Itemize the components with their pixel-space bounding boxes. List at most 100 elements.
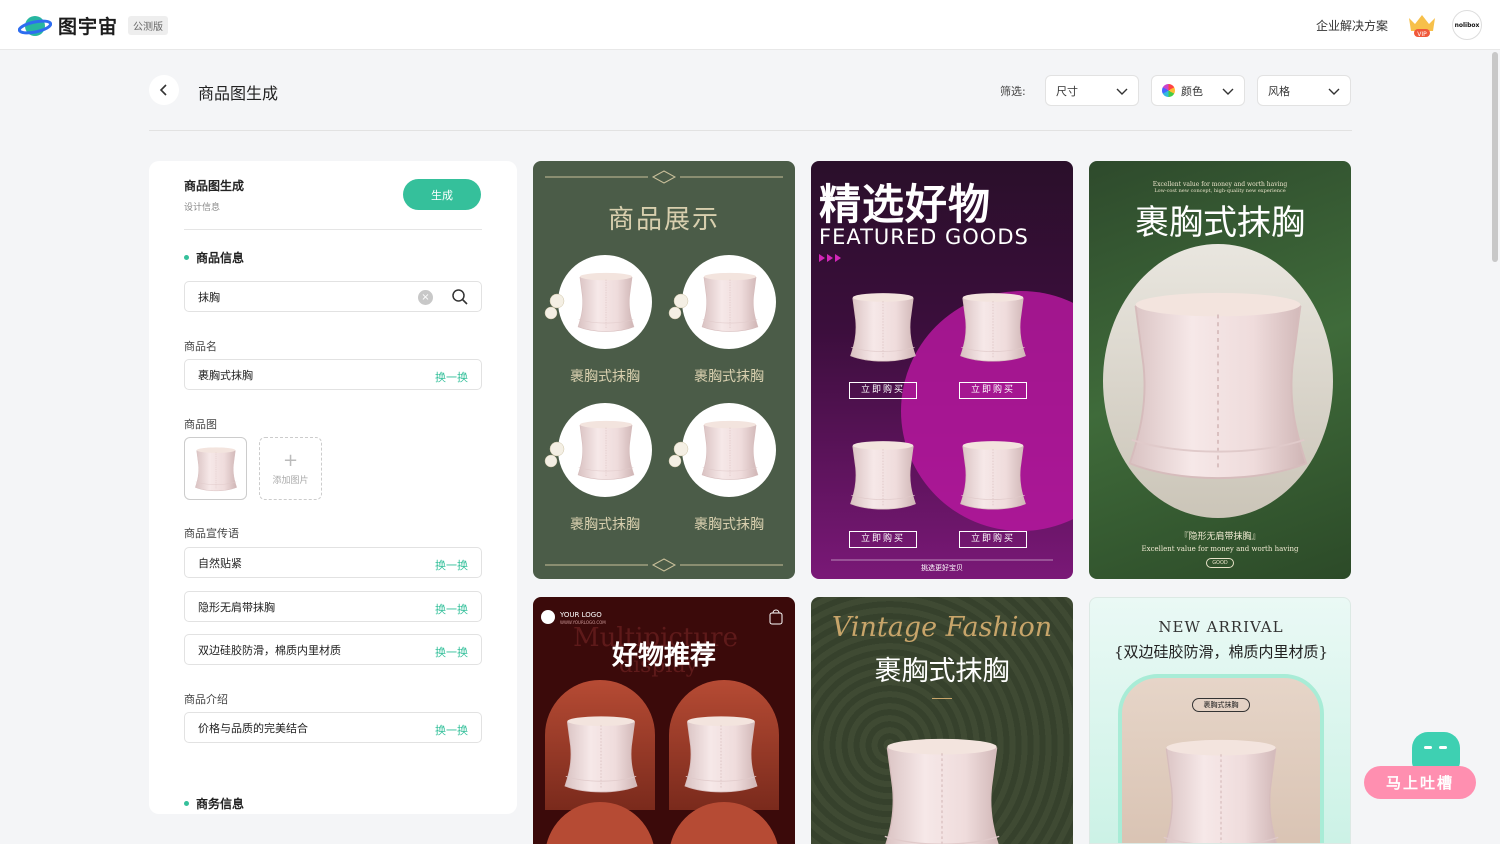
search-value: 抹胸 — [198, 290, 220, 304]
chevron-down-icon — [1328, 88, 1340, 95]
brand-name: 图宇宙 — [58, 16, 119, 38]
size-filter-dropdown[interactable]: 尺寸 — [1045, 75, 1139, 106]
slogan-label: 商品宣传语 — [184, 527, 239, 540]
chevron-down-icon — [1222, 88, 1234, 95]
product-caption: 裹胸式抹胸 — [694, 369, 764, 385]
card-caption: 『隐形无肩带抹胸』 — [1179, 532, 1261, 542]
buy-now-button[interactable]: 立即购买 — [959, 382, 1027, 399]
slogan-field-2[interactable]: 隐形无肩带抹胸 换一换 — [184, 591, 482, 622]
swap-button[interactable]: 换一换 — [435, 722, 468, 738]
product-caption: 裹胸式抹胸 — [570, 517, 640, 533]
swap-button[interactable]: 换一换 — [435, 369, 468, 385]
slogan-field-1[interactable]: 自然贴紧 换一换 — [184, 547, 482, 578]
card-tagline-2: Low-cost new concept, high-quality new e… — [1154, 188, 1286, 194]
product-info-section: 商品信息 — [184, 249, 244, 266]
template-card-featured-goods[interactable]: 精选好物 FEATURED GOODS 立即购买 立即购买 立即购买 立即购买 … — [811, 161, 1073, 579]
template-card-new-arrival[interactable]: NEW ARRIVAL {双边硅胶防滑，棉质内里材质} 裹胸式抹胸 — [1089, 597, 1351, 844]
add-image-label: 添加图片 — [272, 475, 309, 486]
template-card-product-display[interactable]: 商品展示 裹胸式抹胸 裹胸式抹胸 裹胸式抹胸 裹胸式抹胸 — [533, 161, 795, 579]
logo-text: YOUR LOGO — [560, 611, 602, 619]
brand-logo[interactable]: 图宇宙 公测版 — [18, 12, 169, 39]
corset-image — [684, 716, 758, 793]
color-filter-dropdown[interactable]: 颜色 — [1151, 75, 1245, 106]
logo-badge — [541, 610, 555, 624]
card-title: 裹胸式抹胸 — [1135, 203, 1305, 243]
slogan-value: 隐形无肩带抹胸 — [198, 600, 275, 614]
panel-divider — [184, 229, 482, 230]
generate-button[interactable]: 生成 — [403, 179, 481, 210]
card-subtitle: FEATURED GOODS — [819, 225, 1029, 249]
template-card-vintage[interactable]: Vintage Fashion 裹胸式抹胸 — [811, 597, 1073, 844]
vip-crown-icon[interactable]: VIP — [1406, 12, 1438, 38]
corset-image — [850, 440, 916, 510]
intro-label: 商品介绍 — [184, 693, 228, 706]
user-avatar[interactable]: nolibox — [1452, 10, 1482, 40]
card-title: {双边硅胶防滑，棉质内里材质} — [1113, 643, 1329, 661]
plus-icon: + — [282, 449, 299, 471]
planet-logo-icon — [18, 15, 52, 36]
slogan-field-3[interactable]: 双边硅胶防滑，棉质内里材质 换一换 — [184, 634, 482, 665]
intro-field[interactable]: 价格与品质的完美结合 换一换 — [184, 712, 482, 743]
beta-badge: 公测版 — [128, 16, 169, 35]
slogan-value: 双边硅胶防滑，棉质内里材质 — [198, 643, 341, 657]
page-scrollbar[interactable] — [1492, 52, 1498, 262]
card-caption-en: Excellent value for money and worth havi… — [1141, 545, 1299, 553]
section-dot — [184, 255, 189, 260]
chevron-left-icon — [159, 84, 167, 96]
section-dot — [184, 801, 189, 806]
color-filter-label: 颜色 — [1181, 84, 1203, 98]
style-filter-label: 风格 — [1268, 84, 1290, 98]
corset-image — [850, 292, 916, 362]
panel-subtitle: 设计信息 — [184, 203, 221, 213]
bag-icon — [769, 609, 783, 625]
product-name-value: 裹胸式抹胸 — [198, 368, 253, 382]
intro-value: 价格与品质的完美结合 — [198, 721, 308, 735]
swap-button[interactable]: 换一换 — [435, 644, 468, 660]
corset-image — [577, 272, 635, 332]
buy-now-button[interactable]: 立即购买 — [849, 531, 917, 548]
script-title: Vintage Fashion — [831, 612, 1053, 643]
corset-image — [194, 446, 237, 491]
product-caption: 裹胸式抹胸 — [570, 369, 640, 385]
product-oval — [1103, 244, 1333, 518]
style-filter-dropdown[interactable]: 风格 — [1257, 75, 1351, 106]
corset-image — [701, 420, 759, 480]
vip-text: VIP — [1417, 31, 1427, 38]
card-tagline: Excellent value for money and worth havi… — [1152, 181, 1288, 188]
feedback-widget[interactable]: 马上吐槽 — [1362, 732, 1477, 802]
feedback-button-label: 马上吐槽 — [1364, 766, 1476, 799]
card-title: 精选好物 — [819, 180, 992, 229]
business-info-heading: 商务信息 — [196, 797, 245, 811]
top-navbar: 图宇宙 公测版 企业解决方案 VIP nolibox — [0, 0, 1500, 50]
business-info-section: 商务信息 — [184, 795, 244, 812]
template-card-oval-showcase[interactable]: Excellent value for money and worth havi… — [1089, 161, 1351, 579]
panel-title: 商品图生成 — [184, 179, 245, 193]
product-caption: 裹胸式抹胸 — [694, 517, 764, 533]
clear-icon[interactable]: × — [418, 290, 433, 305]
corset-image — [882, 738, 1002, 844]
add-image-button[interactable]: + 添加图片 — [259, 437, 322, 500]
search-icon[interactable] — [451, 288, 469, 306]
corset-image — [701, 272, 759, 332]
good-badge: GOOD — [1206, 558, 1234, 568]
buy-now-button[interactable]: 立即购买 — [959, 531, 1027, 548]
product-search-input[interactable]: 抹胸 × — [184, 281, 482, 312]
product-name-label: 商品名 — [184, 340, 217, 353]
corset-image — [960, 440, 1026, 510]
enterprise-solutions-link[interactable]: 企业解决方案 — [1316, 17, 1388, 34]
template-card-recommend[interactable]: YOUR LOGO WWW.YOURLOGO.COM Multipicture … — [533, 597, 795, 844]
product-name-field[interactable]: 裹胸式抹胸 换一换 — [184, 359, 482, 390]
buy-now-button[interactable]: 立即购买 — [849, 382, 917, 399]
page-title: 商品图生成 — [198, 84, 279, 103]
card-title: 好物推荐 — [611, 641, 716, 671]
swap-button[interactable]: 换一换 — [435, 601, 468, 617]
color-wheel-icon — [1162, 84, 1175, 97]
back-button[interactable] — [149, 75, 179, 105]
chevron-down-icon — [1116, 88, 1128, 95]
swap-button[interactable]: 换一换 — [435, 557, 468, 573]
product-image-thumbnail[interactable] — [184, 437, 247, 500]
slogan-value: 自然贴紧 — [198, 556, 242, 570]
header-divider — [149, 130, 1352, 131]
nav-right: 企业解决方案 VIP nolibox — [1316, 10, 1482, 40]
size-filter-label: 尺寸 — [1056, 84, 1078, 98]
